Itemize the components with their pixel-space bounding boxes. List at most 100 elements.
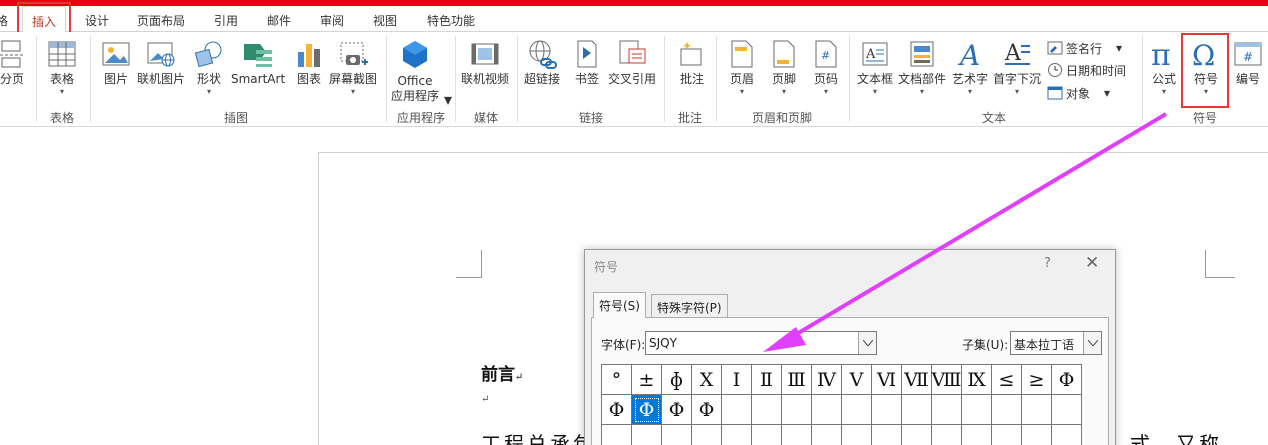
help-icon[interactable]: ? <box>1044 256 1051 271</box>
symbol-cell[interactable] <box>1052 425 1082 445</box>
tab-page-layout[interactable]: 页面布局 <box>137 12 185 29</box>
symbol-cell[interactable] <box>842 425 872 445</box>
symbol-cell[interactable] <box>782 425 812 445</box>
document-body-text-right[interactable]: 式，又称 <box>1130 428 1222 445</box>
numbering-icon: # <box>1232 38 1264 70</box>
object-button[interactable]: 对象 ▾ <box>1047 83 1110 103</box>
symbol-cell[interactable] <box>902 395 932 425</box>
symbol-cell[interactable] <box>602 425 632 445</box>
symbol-cell[interactable] <box>812 425 842 445</box>
symbol-cell[interactable]: Φ <box>1052 365 1082 395</box>
cross-reference-button[interactable]: 交叉引用 <box>608 38 656 87</box>
bookmark-button[interactable]: 书签 <box>571 38 603 87</box>
chevron-down-icon[interactable] <box>1083 332 1101 354</box>
symbol-cell[interactable] <box>872 425 902 445</box>
online-picture-icon <box>145 38 177 70</box>
svg-text:A: A <box>1004 41 1022 66</box>
tab-mailings[interactable]: 邮件 <box>267 12 291 29</box>
symbol-cell[interactable]: ± <box>632 365 662 395</box>
office-apps-button[interactable]: Office 应用程序 <box>391 38 439 104</box>
chart-button[interactable]: 图表 <box>293 38 325 87</box>
symbol-cell[interactable]: Ⅳ <box>812 365 842 395</box>
symbol-cell[interactable] <box>632 425 662 445</box>
symbol-cell[interactable] <box>872 395 902 425</box>
symbol-cell[interactable] <box>992 425 1022 445</box>
close-icon[interactable]: ✕ <box>1085 253 1099 273</box>
online-video-button[interactable]: 联机视频 <box>461 38 509 87</box>
tab-view[interactable]: 视图 <box>373 12 397 29</box>
tab-symbols[interactable]: 符号(S) <box>593 292 646 318</box>
chevron-down-icon: ▾ <box>781 87 786 96</box>
comment-button[interactable]: ✦ 批注 <box>676 38 708 87</box>
table-button[interactable]: 表格 ▾ <box>46 38 78 97</box>
textbox-button[interactable]: A 文本框 ▾ <box>857 38 893 97</box>
symbol-cell[interactable]: ≥ <box>1022 365 1052 395</box>
screenshot-button[interactable]: 屏幕截图 ▾ <box>329 38 377 97</box>
symbol-cell[interactable]: Φ <box>632 395 662 425</box>
symbol-cell[interactable] <box>962 395 992 425</box>
symbol-cell[interactable] <box>932 395 962 425</box>
symbol-cell[interactable] <box>752 425 782 445</box>
symbol-cell[interactable] <box>692 425 722 445</box>
footer-button[interactable]: 页脚 ▾ <box>768 38 800 97</box>
symbol-cell[interactable]: ° <box>602 365 632 395</box>
symbol-cell[interactable]: ɸ <box>662 365 692 395</box>
tab-references[interactable]: 引用 <box>214 12 238 29</box>
symbol-cell[interactable] <box>962 425 992 445</box>
symbol-cell[interactable] <box>932 425 962 445</box>
symbol-cell[interactable]: ≤ <box>992 365 1022 395</box>
picture-button[interactable]: 图片 <box>100 38 132 87</box>
numbering-button[interactable]: # 编号 <box>1232 38 1264 87</box>
tab-start[interactable]: 格 <box>0 12 8 29</box>
shapes-label: 形状 <box>196 72 221 86</box>
symbol-cell[interactable] <box>722 395 752 425</box>
symbol-cell[interactable]: Ⅷ <box>932 365 962 395</box>
bar-chart-icon <box>293 38 325 70</box>
shapes-button[interactable]: 形状 ▾ <box>193 38 225 97</box>
drop-cap-button[interactable]: A 首字下沉 ▾ <box>993 38 1041 97</box>
online-picture-button[interactable]: 联机图片 <box>137 38 185 87</box>
page-number-button[interactable]: # 页码 ▾ <box>810 38 842 97</box>
symbol-cell[interactable] <box>902 425 932 445</box>
symbol-cell[interactable] <box>662 425 692 445</box>
symbol-cell[interactable]: Ⅶ <box>902 365 932 395</box>
tab-design[interactable]: 设计 <box>85 12 109 29</box>
symbol-cell[interactable] <box>812 395 842 425</box>
date-time-button[interactable]: 日期和时间 <box>1047 60 1126 80</box>
document-heading[interactable]: 前言↵ <box>481 360 523 385</box>
symbol-cell[interactable]: Ⅰ <box>722 365 752 395</box>
symbol-cell[interactable] <box>842 395 872 425</box>
symbol-grid: ° ± ɸ Χ Ⅰ Ⅱ Ⅲ Ⅳ Ⅴ Ⅵ Ⅶ Ⅷ Ⅸ ≤ ≥ Φ Φ Φ Φ Φ <box>601 364 1082 445</box>
symbol-cell[interactable]: Φ <box>692 395 722 425</box>
symbol-cell[interactable]: Φ <box>602 395 632 425</box>
hyperlink-button[interactable]: 超链接 <box>524 38 560 87</box>
symbol-cell[interactable]: Χ <box>692 365 722 395</box>
symbol-cell[interactable]: Φ <box>662 395 692 425</box>
signature-line-button[interactable]: 签名行 ▾ <box>1047 38 1122 58</box>
symbol-cell[interactable]: Ⅵ <box>872 365 902 395</box>
subset-select[interactable]: 基本拉丁语 <box>1010 331 1102 355</box>
wordart-button[interactable]: A 艺术字 ▾ <box>952 38 988 97</box>
symbol-cell[interactable] <box>752 395 782 425</box>
symbol-cell[interactable] <box>992 395 1022 425</box>
tab-special-features[interactable]: 特色功能 <box>427 12 475 29</box>
smartart-button[interactable]: SmartArt <box>231 38 285 87</box>
quick-parts-button[interactable]: 文档部件 ▾ <box>898 38 946 97</box>
symbol-cell[interactable] <box>1052 395 1082 425</box>
tab-special-characters[interactable]: 特殊字符(P) <box>651 294 728 318</box>
chevron-down-icon[interactable] <box>858 332 876 354</box>
font-select[interactable]: SJQY <box>645 331 877 355</box>
equation-button[interactable]: π 公式 ▾ <box>1148 38 1180 97</box>
symbol-cell[interactable]: Ⅴ <box>842 365 872 395</box>
symbol-cell[interactable] <box>1022 395 1052 425</box>
header-button[interactable]: 页眉 ▾ <box>726 38 758 97</box>
page-break-button[interactable]: 分页 <box>0 38 28 87</box>
symbol-cell[interactable] <box>1022 425 1052 445</box>
document-body-text[interactable]: 工程总承包 <box>481 428 596 445</box>
symbol-cell[interactable]: Ⅸ <box>962 365 992 395</box>
symbol-cell[interactable] <box>782 395 812 425</box>
tab-review[interactable]: 审阅 <box>320 12 344 29</box>
symbol-cell[interactable] <box>722 425 752 445</box>
symbol-cell[interactable]: Ⅱ <box>752 365 782 395</box>
symbol-cell[interactable]: Ⅲ <box>782 365 812 395</box>
